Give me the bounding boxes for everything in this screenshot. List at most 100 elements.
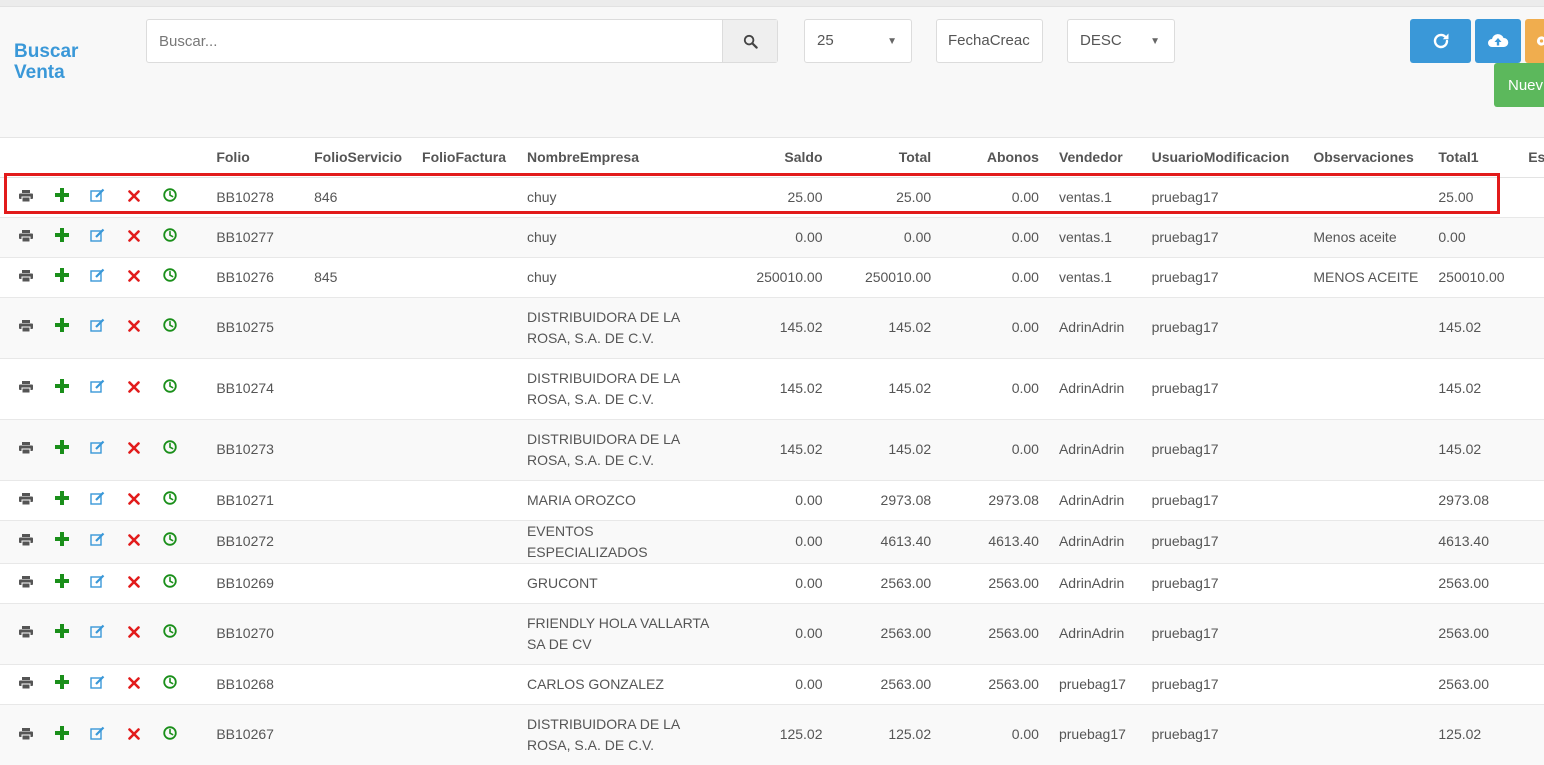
column-header-saldo[interactable]: Saldo	[722, 138, 833, 178]
history-clock-icon[interactable]	[154, 439, 186, 460]
refresh-button[interactable]	[1410, 19, 1471, 63]
column-header-usuariomodificacion[interactable]: UsuarioModificacion	[1141, 138, 1304, 178]
table-row[interactable]: BB10278 846 chuy 25.00 25.00 0.00 ventas…	[0, 176, 1544, 217]
history-clock-icon[interactable]	[154, 623, 186, 644]
print-icon[interactable]	[10, 439, 42, 460]
table-row[interactable]: BB10272 EVENTOS ESPECIALIZADOS 0.00 4613…	[0, 519, 1544, 563]
table-row[interactable]: BB10269 GRUCONT 0.00 2563.00 2563.00 Adr…	[0, 562, 1544, 603]
column-header-abonos[interactable]: Abonos	[941, 138, 1049, 178]
edit-icon[interactable]	[82, 227, 114, 248]
history-clock-icon[interactable]	[154, 267, 186, 288]
table-row[interactable]: BB10273 DISTRIBUIDORA DE LA ROSA, S.A. D…	[0, 418, 1544, 480]
search-button[interactable]	[722, 20, 777, 62]
add-icon[interactable]	[46, 317, 78, 338]
delete-icon[interactable]	[118, 267, 150, 288]
cell-observaciones: Menos aceite	[1303, 216, 1429, 257]
table-row[interactable]: BB10267 DISTRIBUIDORA DE LA ROSA, S.A. D…	[0, 703, 1544, 765]
column-header-observaciones[interactable]: Observaciones	[1303, 138, 1429, 178]
edit-icon[interactable]	[82, 267, 114, 288]
print-icon[interactable]	[10, 317, 42, 338]
delete-icon[interactable]	[118, 623, 150, 644]
edit-icon[interactable]	[82, 490, 114, 511]
table-row[interactable]: BB10277 chuy 0.00 0.00 0.00 ventas.1 pru…	[0, 216, 1544, 257]
column-header-total[interactable]: Total	[832, 138, 942, 178]
delete-icon[interactable]	[118, 573, 150, 594]
sort-field-select[interactable]: FechaCreac	[936, 19, 1043, 63]
edit-icon[interactable]	[82, 623, 114, 644]
row-actions	[0, 703, 207, 765]
edit-icon[interactable]	[82, 725, 114, 746]
delete-icon[interactable]	[118, 187, 150, 208]
print-icon[interactable]	[10, 227, 42, 248]
sort-order-select[interactable]: DESC ▼	[1067, 19, 1175, 63]
cell-vendedor: AdrinAdrin	[1048, 418, 1142, 480]
delete-icon[interactable]	[118, 531, 150, 552]
history-clock-icon[interactable]	[154, 378, 186, 399]
add-icon[interactable]	[46, 267, 78, 288]
print-icon[interactable]	[10, 490, 42, 511]
column-header-nombreempresa[interactable]: NombreEmpresa	[516, 138, 723, 178]
edit-icon[interactable]	[82, 378, 114, 399]
edit-icon[interactable]	[82, 439, 114, 460]
edit-icon[interactable]	[82, 674, 114, 695]
column-header-folio[interactable]: Folio	[206, 138, 305, 178]
add-icon[interactable]	[46, 187, 78, 208]
print-icon[interactable]	[10, 573, 42, 594]
print-icon[interactable]	[10, 378, 42, 399]
table-row[interactable]: BB10270 FRIENDLY HOLA VALLARTA SA DE CV …	[0, 602, 1544, 664]
table-row[interactable]: BB10274 DISTRIBUIDORA DE LA ROSA, S.A. D…	[0, 357, 1544, 419]
delete-icon[interactable]	[118, 378, 150, 399]
delete-icon[interactable]	[118, 439, 150, 460]
table-row[interactable]: BB10268 CARLOS GONZALEZ 0.00 2563.00 256…	[0, 663, 1544, 704]
add-icon[interactable]	[46, 674, 78, 695]
history-clock-icon[interactable]	[154, 187, 186, 208]
history-clock-icon[interactable]	[154, 531, 186, 552]
add-icon[interactable]	[46, 725, 78, 746]
column-header-foliofactura[interactable]: FolioFactura	[412, 138, 517, 178]
print-icon[interactable]	[10, 623, 42, 644]
table-row[interactable]: BB10276 845 chuy 250010.00 250010.00 0.0…	[0, 256, 1544, 297]
delete-icon[interactable]	[118, 725, 150, 746]
row-actions	[0, 479, 207, 520]
add-icon[interactable]	[46, 573, 78, 594]
history-clock-icon[interactable]	[154, 317, 186, 338]
history-clock-icon[interactable]	[154, 490, 186, 511]
print-icon[interactable]	[10, 187, 42, 208]
cloud-upload-button[interactable]	[1475, 19, 1521, 63]
edit-icon[interactable]	[82, 317, 114, 338]
print-icon[interactable]	[10, 725, 42, 746]
column-header-total1[interactable]: Total1	[1428, 138, 1519, 178]
new-sale-button[interactable]: Nuev	[1494, 63, 1544, 107]
print-icon[interactable]	[10, 674, 42, 695]
cell-total: 250010.00	[832, 256, 942, 297]
cell-observaciones	[1303, 519, 1429, 563]
edit-icon[interactable]	[82, 531, 114, 552]
delete-icon[interactable]	[118, 490, 150, 511]
search-input[interactable]	[147, 20, 725, 62]
print-icon[interactable]	[10, 531, 42, 552]
add-icon[interactable]	[46, 439, 78, 460]
delete-icon[interactable]	[118, 317, 150, 338]
table-row[interactable]: BB10271 MARIA OROZCO 0.00 2973.08 2973.0…	[0, 479, 1544, 520]
history-clock-icon[interactable]	[154, 227, 186, 248]
table-row[interactable]: BB10275 DISTRIBUIDORA DE LA ROSA, S.A. D…	[0, 296, 1544, 358]
edit-icon[interactable]	[82, 573, 114, 594]
column-header-vendedor[interactable]: Vendedor	[1048, 138, 1142, 178]
add-icon[interactable]	[46, 227, 78, 248]
add-icon[interactable]	[46, 378, 78, 399]
settings-button[interactable]	[1525, 19, 1544, 63]
add-icon[interactable]	[46, 531, 78, 552]
column-header-folioservicio[interactable]: FolioServicio	[304, 138, 413, 178]
history-clock-icon[interactable]	[154, 725, 186, 746]
print-icon[interactable]	[10, 267, 42, 288]
edit-icon[interactable]	[82, 187, 114, 208]
dropdown-arrow-icon: ▼	[1150, 36, 1160, 47]
history-clock-icon[interactable]	[154, 573, 186, 594]
history-clock-icon[interactable]	[154, 674, 186, 695]
add-icon[interactable]	[46, 623, 78, 644]
column-header-est[interactable]: Est	[1518, 138, 1544, 178]
delete-icon[interactable]	[118, 674, 150, 695]
page-size-select[interactable]: 25 ▼	[804, 19, 912, 63]
add-icon[interactable]	[46, 490, 78, 511]
delete-icon[interactable]	[118, 227, 150, 248]
